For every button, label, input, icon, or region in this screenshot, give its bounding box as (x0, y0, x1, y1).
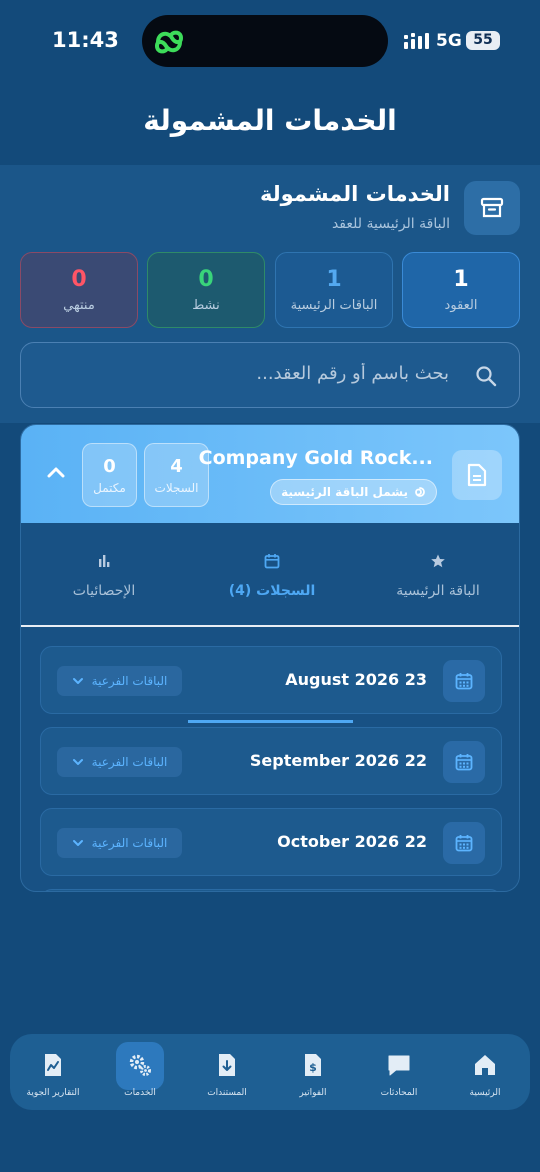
page-title: الخدمات المشمولة (143, 104, 397, 137)
search-input[interactable] (69, 363, 449, 384)
records-label: السجلات (154, 481, 199, 495)
stat-label: الباقات الرئيسية (290, 298, 378, 313)
stat-label: منتهي (63, 298, 95, 313)
chevron-down-icon (72, 759, 83, 765)
stat-main-plans[interactable]: 1 الباقات الرئيسية (275, 252, 393, 328)
contract-card: Company Gold Rock... يشمل الباقة الرئيسي… (20, 424, 520, 892)
record-date: August 2026 23 (285, 670, 427, 689)
app-link-icon (154, 30, 184, 54)
tab-main-plan[interactable]: الباقة الرئيسية (355, 523, 519, 627)
badge-label: يشمل الباقة الرئيسية (281, 485, 408, 499)
main-plan-badge: يشمل الباقة الرئيسية (270, 479, 437, 505)
sub-plans-label: الباقات الفرعية (91, 755, 168, 769)
records-count: 4 (170, 456, 183, 477)
nav-services[interactable]: الخدمات (97, 1034, 183, 1110)
stat-value: 1 (453, 267, 469, 292)
home-icon (475, 1055, 495, 1075)
search-box[interactable] (20, 342, 520, 408)
complete-count: 0 (103, 456, 116, 477)
document-icon (452, 450, 502, 500)
record-row[interactable]: September 2026 22 الباقات الفرعية (40, 727, 502, 795)
stat-expired[interactable]: 0 منتهي (20, 252, 138, 328)
spiral-icon (415, 487, 425, 497)
chevron-down-icon (72, 840, 83, 846)
stat-contracts[interactable]: 1 العقود (402, 252, 520, 328)
report-icon (45, 1054, 61, 1076)
calendar-icon (443, 660, 485, 702)
bar-chart-icon (99, 555, 110, 567)
document-download-icon (219, 1054, 235, 1076)
chevron-down-icon (72, 678, 83, 684)
stat-label: نشط (192, 298, 220, 313)
nav-label: الرئيسية (469, 1088, 501, 1098)
tab-label: الباقة الرئيسية (396, 583, 480, 599)
nav-chats[interactable]: المحادثات (356, 1034, 442, 1110)
sub-plans-label: الباقات الفرعية (91, 836, 168, 850)
sub-plans-dropdown[interactable]: الباقات الفرعية (57, 666, 182, 696)
sub-plans-dropdown[interactable]: الباقات الفرعية (57, 828, 182, 858)
stat-active[interactable]: 0 نشط (147, 252, 265, 328)
stat-label: العقود (444, 298, 478, 313)
tab-label: الإحصائيات (72, 583, 136, 599)
record-row[interactable] (40, 889, 502, 891)
records-count-box: 4 السجلات (144, 443, 209, 507)
nav-home[interactable]: الرئيسية (442, 1034, 528, 1110)
section-subtitle: الباقة الرئيسية للعقد (331, 216, 450, 232)
nav-label: التقارير الجوية (26, 1088, 80, 1098)
calendar-icon (443, 741, 485, 783)
complete-count-box: 0 مكتمل (82, 443, 137, 507)
nav-invoices[interactable]: $ الفواتير (270, 1034, 356, 1110)
contract-tabs: الباقة الرئيسية السجلات (4) الإحصائيات (21, 523, 519, 723)
record-date: September 2026 22 (249, 751, 427, 770)
battery-icon: 55 (466, 31, 500, 50)
network-type: 5G (436, 31, 462, 51)
status-time: 11:43 (52, 28, 119, 52)
chevron-up-icon[interactable] (47, 465, 65, 479)
active-tab-indicator (188, 720, 353, 723)
sub-plans-label: الباقات الفرعية (91, 674, 168, 688)
calendar-icon (443, 822, 485, 864)
archive-icon (464, 181, 520, 235)
record-row[interactable]: August 2026 23 الباقات الفرعية (40, 646, 502, 714)
svg-text:$: $ (309, 1061, 317, 1074)
signal-icon (404, 33, 429, 49)
nav-label: الفواتير (299, 1088, 327, 1098)
chat-icon (388, 1055, 410, 1076)
tab-statistics[interactable]: الإحصائيات (21, 523, 187, 627)
gears-icon (129, 1054, 151, 1076)
sub-plans-dropdown[interactable]: الباقات الفرعية (57, 747, 182, 777)
record-date: October 2026 22 (277, 832, 427, 851)
bottom-navigation: الرئيسية المحادثات $ الفواتير المستندات … (10, 1034, 530, 1110)
invoice-icon: $ (305, 1054, 321, 1076)
contract-title: Company Gold Rock... (198, 447, 433, 469)
section-title: الخدمات المشمولة (259, 182, 450, 206)
record-row[interactable]: October 2026 22 الباقات الفرعية (40, 808, 502, 876)
stat-value: 1 (326, 267, 342, 292)
nav-label: المحادثات (380, 1088, 418, 1098)
search-icon (476, 366, 497, 387)
calendar-icon (264, 554, 280, 569)
tab-records[interactable]: السجلات (4) (189, 523, 355, 627)
complete-label: مكتمل (93, 481, 126, 495)
nav-label: الخدمات (124, 1088, 156, 1098)
nav-label: المستندات (207, 1088, 247, 1098)
tab-label: السجلات (4) (228, 583, 316, 599)
nav-air-reports[interactable]: التقارير الجوية (10, 1034, 96, 1110)
contract-card-header[interactable]: Company Gold Rock... يشمل الباقة الرئيسي… (21, 425, 519, 523)
nav-documents[interactable]: المستندات (184, 1034, 270, 1110)
stat-value: 0 (198, 267, 214, 292)
stat-value: 0 (71, 267, 87, 292)
star-icon (431, 554, 445, 568)
